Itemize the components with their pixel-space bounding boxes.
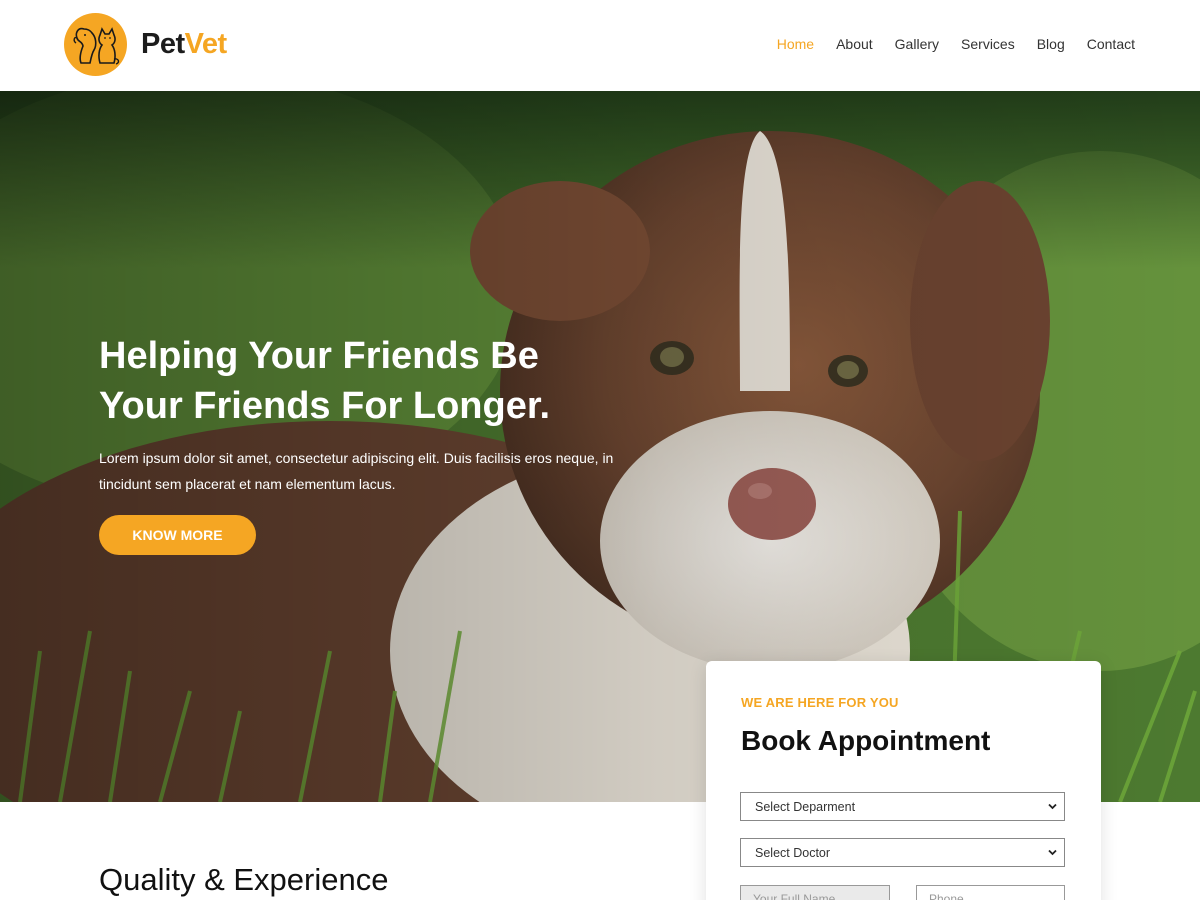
department-select-value: Select Deparment <box>755 799 856 814</box>
dog-cat-icon <box>64 13 127 76</box>
brand-name: PetVet <box>141 28 227 61</box>
brand-name-part1: Pet <box>141 28 185 60</box>
nav-blog[interactable]: Blog <box>1037 36 1065 52</box>
doctor-select-value: Select Doctor <box>755 845 831 860</box>
chevron-down-icon <box>1048 803 1057 810</box>
appointment-card: WE ARE HERE FOR YOU Book Appointment Sel… <box>706 661 1101 900</box>
site-header: PetVet Home About Gallery Services Blog … <box>0 0 1200 91</box>
hero-title: Helping Your Friends Be Your Friends For… <box>99 335 551 427</box>
phone-input[interactable]: Phone <box>916 885 1065 900</box>
main-nav: Home About Gallery Services Blog Contact <box>777 36 1135 52</box>
department-select[interactable]: Select Deparment <box>740 792 1065 821</box>
section-title: Quality & Experience <box>99 862 389 897</box>
chevron-down-icon <box>1048 849 1057 856</box>
brand-name-part2: Vet <box>184 28 228 60</box>
nav-services[interactable]: Services <box>961 36 1015 52</box>
appointment-title: Book Appointment <box>741 725 991 756</box>
appointment-eyebrow: WE ARE HERE FOR YOU <box>741 695 899 710</box>
full-name-input[interactable]: Your Full Name <box>740 885 890 900</box>
nav-contact[interactable]: Contact <box>1087 36 1135 52</box>
know-more-button[interactable]: KNOW MORE <box>99 515 256 555</box>
hero-description: Lorem ipsum dolor sit amet, consectetur … <box>99 450 614 492</box>
doctor-select[interactable]: Select Doctor <box>740 838 1065 867</box>
logo[interactable]: PetVet <box>64 13 227 76</box>
nav-about[interactable]: About <box>836 36 873 52</box>
nav-home[interactable]: Home <box>777 36 814 52</box>
nav-gallery[interactable]: Gallery <box>895 36 939 52</box>
